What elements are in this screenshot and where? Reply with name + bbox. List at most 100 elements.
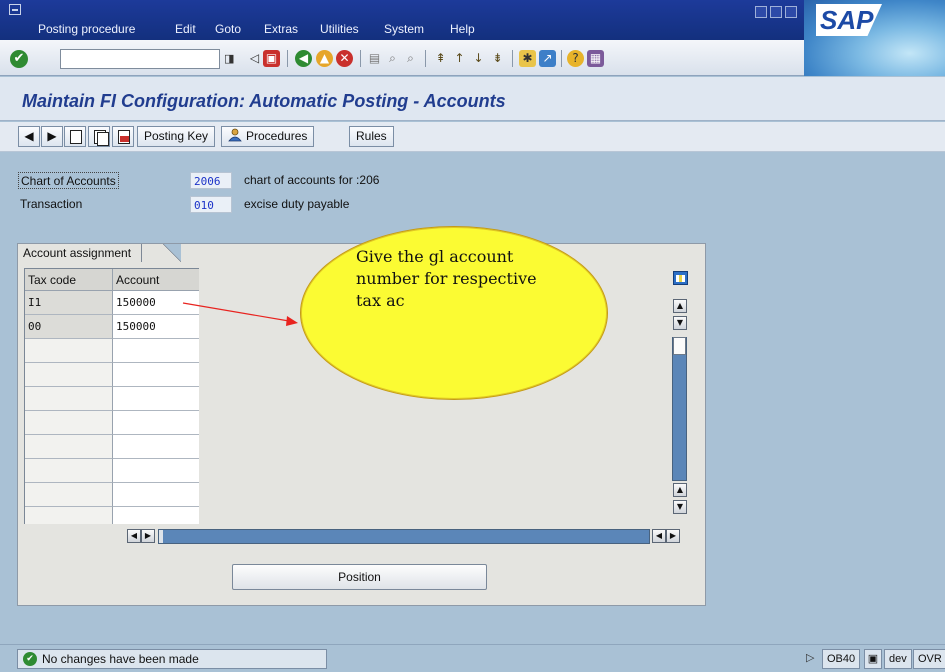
last-page-icon[interactable]: ⇟ [489, 50, 506, 67]
account-input[interactable]: 150000 [113, 315, 199, 339]
next-entry-button[interactable]: ▶ [41, 126, 63, 147]
transaction-code: OB40 [822, 649, 861, 669]
scroll-up-button[interactable]: ▲ [673, 299, 687, 313]
previous-entry-button[interactable]: ◀ [18, 126, 40, 147]
account-input[interactable] [113, 411, 199, 435]
status-expand-icon[interactable]: ▷ [806, 649, 820, 669]
account-input[interactable] [113, 507, 199, 524]
client-info: dev [884, 649, 912, 669]
layout-menu-icon[interactable]: ▦ [587, 50, 604, 67]
chart-of-accounts-field[interactable]: 2006 [190, 172, 232, 189]
next-page-icon[interactable]: ↓ [470, 50, 487, 67]
column-header-tax-code[interactable]: Tax code [25, 269, 113, 291]
menu-edit[interactable]: Edit [175, 22, 196, 36]
close-window-button[interactable] [785, 6, 797, 18]
status-message: No changes have been made [42, 652, 199, 666]
window-menu-icon[interactable] [9, 4, 21, 15]
transaction-field[interactable]: 010 [190, 196, 232, 213]
vertical-scrollbar[interactable] [672, 337, 687, 481]
transaction-label: Transaction [20, 197, 83, 211]
scroll-down-button[interactable]: ▼ [673, 500, 687, 514]
procedures-button[interactable]: Procedures [221, 126, 315, 147]
procedures-button-label: Procedures [246, 129, 308, 143]
enter-check-button[interactable]: ✔ [10, 50, 28, 68]
account-assignment-table: Tax code Account I1 150000 00 150000 [24, 268, 199, 524]
delete-button[interactable] [112, 126, 134, 147]
scroll-left-fixed-button[interactable]: ◀ [127, 529, 141, 543]
tax-code-cell [25, 411, 113, 435]
status-bar: ✔ No changes have been made ▷ OB40 ▣ dev… [0, 644, 945, 672]
command-history-icon[interactable]: ◨ [224, 49, 238, 69]
success-check-icon: ✔ [23, 652, 37, 666]
scroll-left-button[interactable]: ◀ [652, 529, 666, 543]
command-field[interactable] [60, 49, 220, 69]
tax-code-cell [25, 339, 113, 363]
annotation-text: Give the gl account number for respectiv… [356, 247, 537, 310]
tax-code-cell [25, 435, 113, 459]
menu-utilities[interactable]: Utilities [320, 22, 359, 36]
exit-icon[interactable]: ▲ [316, 50, 333, 67]
print-icon[interactable]: ▤ [366, 50, 383, 67]
insert-mode[interactable]: OVR [913, 649, 945, 669]
tax-code-cell [25, 387, 113, 411]
find-next-icon[interactable]: ⌕ [402, 50, 419, 67]
server-info-icon[interactable]: ▣ [864, 649, 882, 669]
create-session-icon[interactable]: ✱ [519, 50, 536, 67]
rules-button[interactable]: Rules [349, 126, 394, 147]
minimize-button[interactable] [755, 6, 767, 18]
save-icon[interactable]: ▣ [263, 50, 280, 67]
find-icon[interactable]: ⌕ [384, 50, 401, 67]
status-message-box: ✔ No changes have been made [17, 649, 327, 669]
application-toolbar: ◀ ▶ Posting Key Procedures Rules [0, 122, 945, 152]
new-entries-button[interactable] [64, 126, 86, 147]
back-icon[interactable]: ◀ [295, 50, 312, 67]
menu-posting-procedure[interactable]: Posting procedure [38, 22, 135, 36]
tax-code-cell [25, 363, 113, 387]
previous-page-icon[interactable]: ↑ [451, 50, 468, 67]
menu-extras[interactable]: Extras [264, 22, 298, 36]
title-bar: Maintain FI Configuration: Automatic Pos… [0, 77, 945, 121]
window-controls [755, 6, 797, 18]
menu-system[interactable]: System [384, 22, 424, 36]
position-button[interactable]: Position [232, 564, 487, 590]
tax-code-cell: 00 [25, 315, 113, 339]
tab-edge [163, 244, 181, 262]
help-icon[interactable]: ? [567, 50, 584, 67]
copy-as-button[interactable] [88, 126, 110, 147]
horizontal-scroll-thumb[interactable] [159, 530, 163, 543]
account-assignment-tab[interactable]: Account assignment [18, 244, 143, 262]
first-page-icon[interactable]: ⇞ [432, 50, 449, 67]
page-down-button[interactable]: ▼ [673, 316, 687, 330]
posting-key-button[interactable]: Posting Key [137, 126, 216, 147]
sap-logo-text: SAP [816, 4, 882, 36]
page-title: Maintain FI Configuration: Automatic Pos… [22, 91, 506, 111]
table-settings-icon[interactable] [673, 271, 688, 285]
system-toolbar: ✔ ◨ ◁ ▣ ◀ ▲ ✕ ▤ ⌕ ⌕ ⇞ ↑ ↓ ⇟ ✱ ↗ ? ▦ [0, 40, 804, 76]
vertical-scroll-thumb[interactable] [673, 337, 686, 355]
scroll-right-button[interactable]: ▶ [666, 529, 680, 543]
menu-help[interactable]: Help [450, 22, 475, 36]
shortcut-icon[interactable]: ↗ [539, 50, 556, 67]
tax-code-cell [25, 459, 113, 483]
maximize-button[interactable] [770, 6, 782, 18]
tax-code-cell: I1 [25, 291, 113, 315]
cancel-icon[interactable]: ✕ [336, 50, 353, 67]
user-icon [228, 128, 242, 142]
page-up-button[interactable]: ▲ [673, 483, 687, 497]
tax-code-cell [25, 507, 113, 524]
scroll-right-fixed-button[interactable]: ▶ [141, 529, 155, 543]
account-input[interactable] [113, 483, 199, 507]
account-input[interactable] [113, 459, 199, 483]
sap-logo: SAP [804, 0, 945, 76]
account-input[interactable]: 150000 [113, 291, 199, 315]
account-input[interactable] [113, 339, 199, 363]
back-small-icon[interactable]: ◁ [246, 50, 263, 67]
chart-of-accounts-label: Chart of Accounts [18, 172, 119, 189]
column-header-account[interactable]: Account [113, 269, 199, 291]
menu-goto[interactable]: Goto [215, 22, 241, 36]
account-input[interactable] [113, 435, 199, 459]
horizontal-scrollbar[interactable] [158, 529, 650, 544]
account-input[interactable] [113, 387, 199, 411]
chart-of-accounts-description: chart of accounts for :206 [244, 173, 380, 187]
account-input[interactable] [113, 363, 199, 387]
